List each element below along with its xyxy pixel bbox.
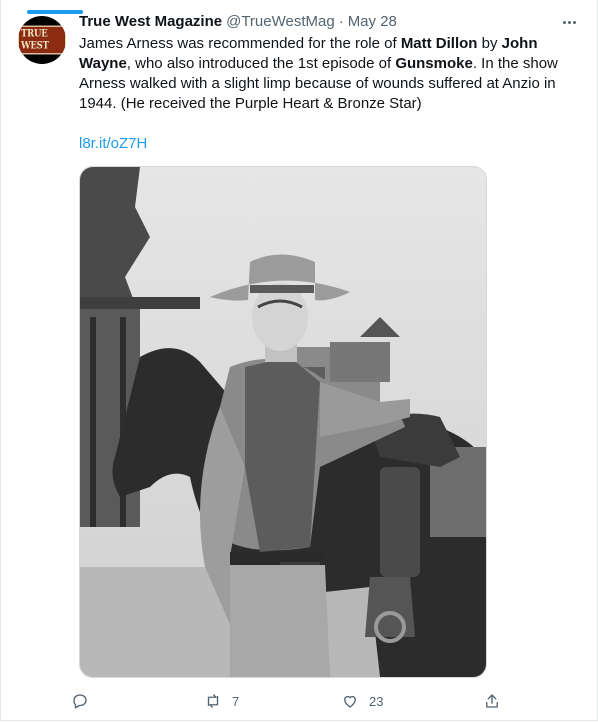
like-button[interactable]: 23	[341, 688, 383, 714]
cowboy-photo-illustration	[80, 167, 486, 677]
avatar[interactable]: TRUE WEST	[18, 16, 66, 64]
share-icon	[486, 694, 498, 708]
tweet-text-segment: by	[477, 35, 502, 52]
author-handle[interactable]: @TrueWestMag	[226, 13, 335, 30]
separator-dot: ·	[338, 12, 344, 30]
tweet-header: True West Magazine @TrueWestMag · May 28	[79, 10, 397, 32]
retweet-icon	[207, 694, 219, 708]
heart-icon	[344, 695, 356, 708]
tweet-text: James Arness was recommended for the rol…	[79, 34, 569, 114]
reply-icon	[73, 694, 87, 709]
tweet-link[interactable]: l8r.it/oZ7H	[79, 134, 147, 154]
more-options-icon[interactable]	[559, 12, 579, 32]
tweet-actions: 7 23	[71, 688, 521, 714]
avatar-logo: TRUE WEST	[18, 25, 66, 55]
tweet-text-bold: Matt Dillon	[400, 35, 478, 52]
share-button[interactable]	[483, 688, 501, 714]
tweet-card[interactable]: TRUE WEST True West Magazine @TrueWestMa…	[0, 0, 598, 721]
retweet-count: 7	[232, 693, 240, 709]
reply-button[interactable]	[71, 688, 99, 714]
tweet-text-segment: James Arness was recommended for the rol…	[79, 35, 401, 52]
author-name[interactable]: True West Magazine	[79, 13, 222, 30]
retweet-button[interactable]: 7	[204, 688, 239, 714]
like-count: 23	[369, 693, 384, 709]
tweet-text-segment: , who also introduced the 1st episode of	[126, 55, 396, 72]
thread-indicator	[27, 10, 83, 14]
tweet-photo[interactable]	[79, 166, 487, 678]
tweet-text-bold: Gunsmoke	[395, 55, 473, 72]
tweet-date[interactable]: May 28	[348, 13, 397, 30]
